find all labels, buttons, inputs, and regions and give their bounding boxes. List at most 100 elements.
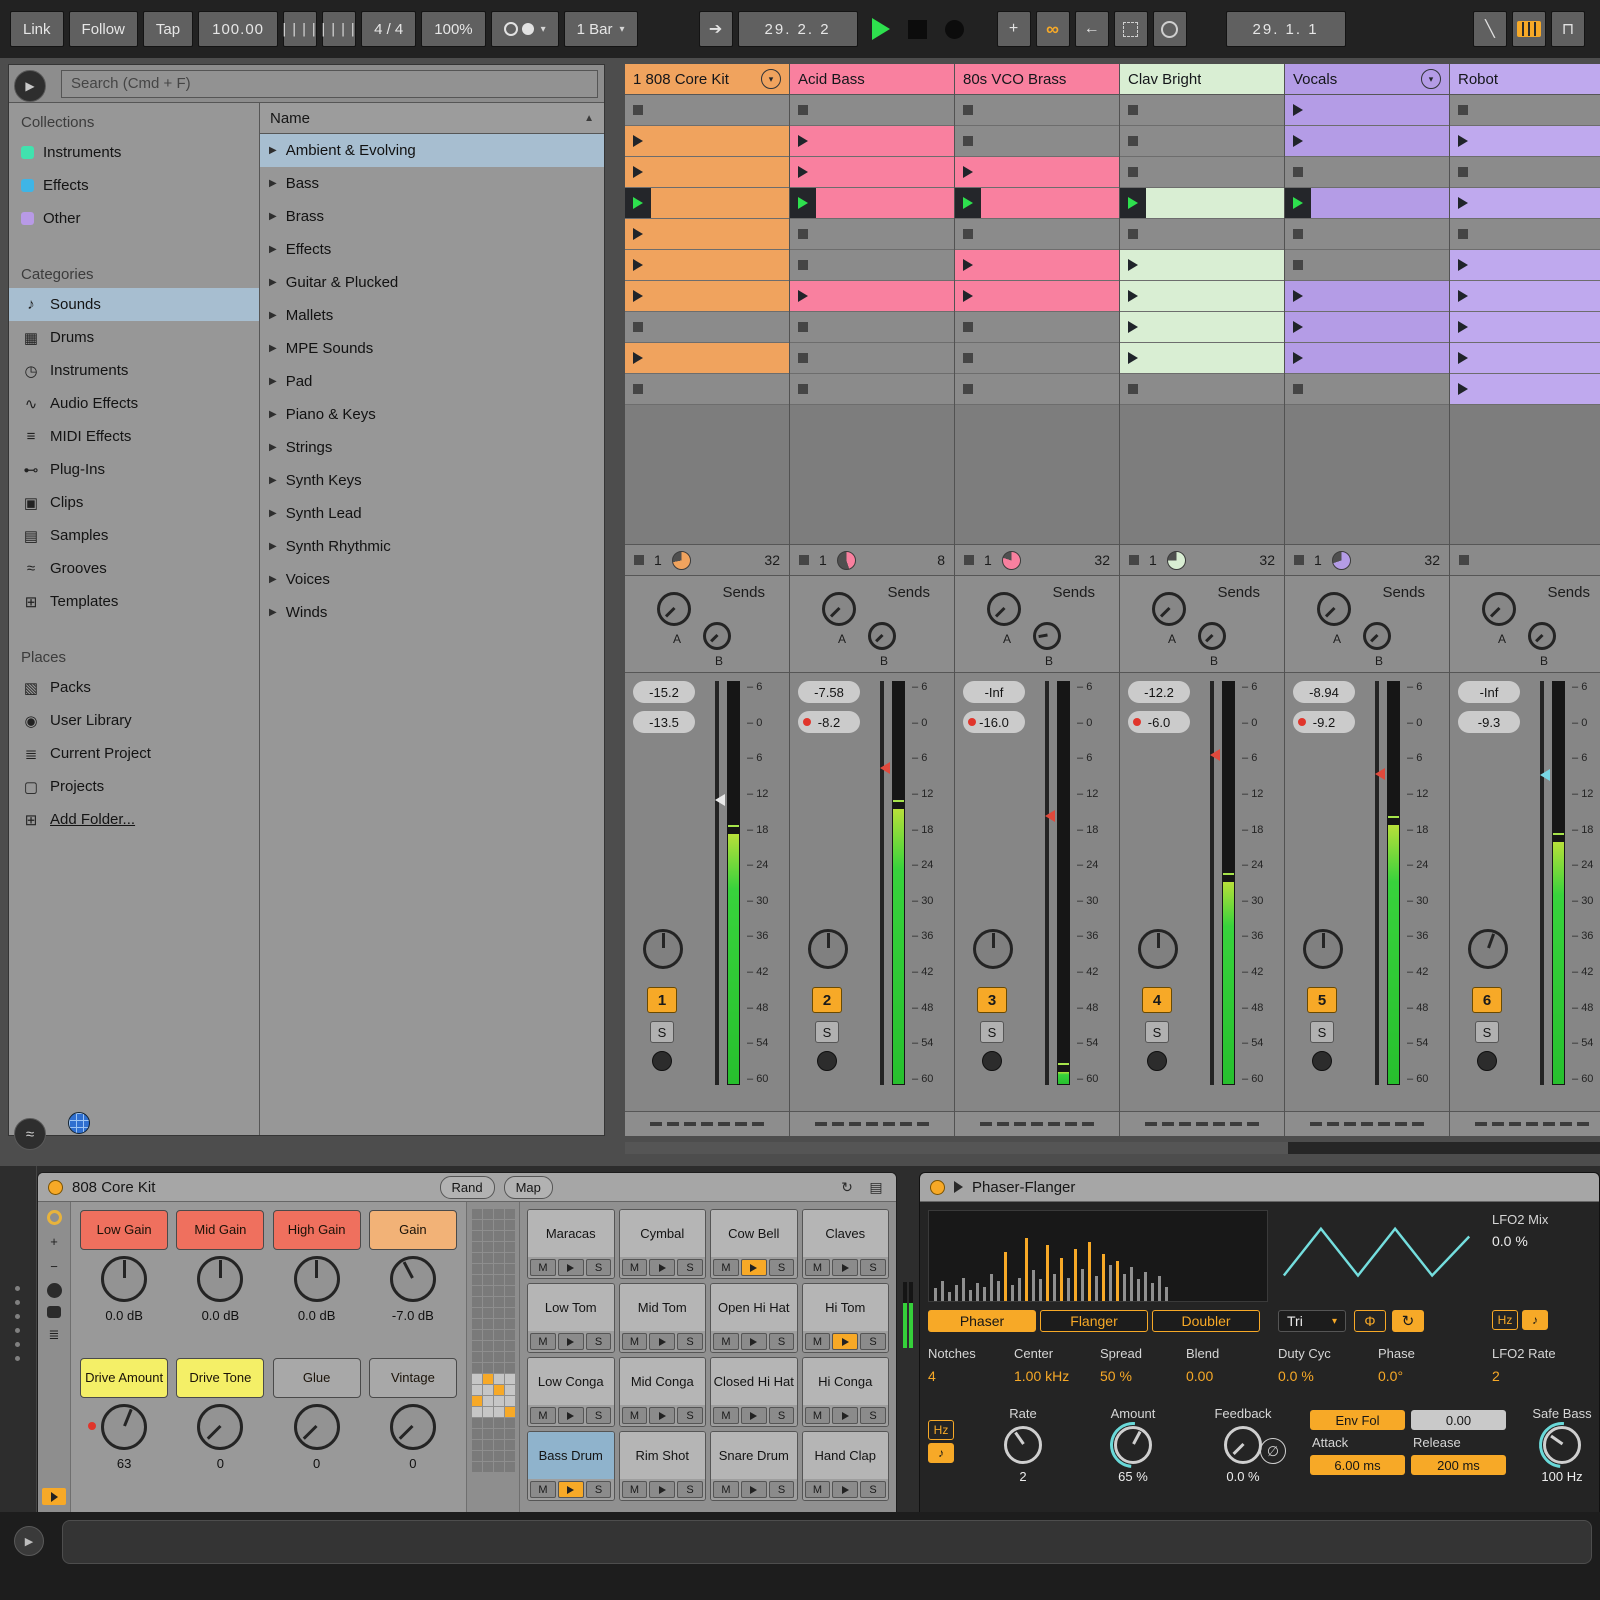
safe-bass-value[interactable]: 100 Hz bbox=[1541, 1469, 1582, 1484]
pad-mute-button[interactable]: M bbox=[622, 1259, 648, 1276]
macro-knob[interactable] bbox=[197, 1404, 243, 1450]
empty-clip-slot[interactable] bbox=[955, 343, 1119, 374]
place-item[interactable]: ⊞Add Folder... bbox=[9, 803, 259, 836]
clip[interactable] bbox=[1450, 374, 1600, 405]
back-to-arrangement-button[interactable]: ← bbox=[1075, 11, 1109, 47]
volume-display[interactable]: -9.3 bbox=[1458, 711, 1520, 733]
lfo2-mix-value[interactable]: 0.0 % bbox=[1492, 1233, 1548, 1249]
playing-clip[interactable] bbox=[625, 188, 789, 219]
track-activator-number[interactable]: 6 bbox=[1472, 987, 1502, 1013]
volume-display[interactable]: -13.5 bbox=[633, 711, 695, 733]
env-amount-value[interactable]: 0.00 bbox=[1411, 1410, 1506, 1430]
drum-pad[interactable]: Closed Hi HatMS bbox=[710, 1357, 798, 1427]
volume-fader[interactable] bbox=[707, 681, 727, 1085]
pad-mute-button[interactable]: M bbox=[713, 1259, 739, 1276]
add-icon[interactable]: + bbox=[46, 1233, 63, 1250]
note-sync-button[interactable]: ♪ bbox=[928, 1443, 954, 1463]
stop-button[interactable] bbox=[908, 20, 927, 39]
name-column-header[interactable]: Name ▲ bbox=[260, 103, 604, 134]
peak-level-display[interactable]: -15.2 bbox=[633, 681, 695, 703]
minus-icon[interactable]: − bbox=[46, 1258, 63, 1275]
duty-cycle-value[interactable]: 0.0 % bbox=[1278, 1368, 1378, 1384]
clip[interactable] bbox=[625, 250, 789, 281]
pad-solo-button[interactable]: S bbox=[677, 1259, 703, 1276]
record-button[interactable] bbox=[945, 20, 964, 39]
arrangement-position-display[interactable]: 29. 2. 2 bbox=[738, 11, 858, 47]
pad-play-button[interactable] bbox=[558, 1333, 584, 1350]
pad-mute-button[interactable]: M bbox=[805, 1407, 831, 1424]
drum-pad[interactable]: Mid TomMS bbox=[619, 1283, 707, 1353]
macro-name[interactable]: High Gain bbox=[273, 1210, 361, 1250]
empty-clip-slot[interactable] bbox=[625, 374, 789, 405]
volume-fader[interactable] bbox=[1532, 681, 1552, 1085]
knob-value[interactable]: 65 % bbox=[1118, 1469, 1148, 1484]
clip[interactable] bbox=[1450, 188, 1600, 219]
clip-stop-button[interactable] bbox=[1129, 555, 1139, 565]
empty-clip-slot[interactable] bbox=[955, 312, 1119, 343]
macro-name[interactable]: Mid Gain bbox=[176, 1210, 264, 1250]
arm-button[interactable] bbox=[1477, 1051, 1497, 1071]
drum-pad[interactable]: Hi CongaMS bbox=[802, 1357, 890, 1427]
clip[interactable] bbox=[1450, 126, 1600, 157]
parameter-value[interactable]: 1.00 kHz bbox=[1014, 1368, 1100, 1384]
browser-item[interactable]: ▶MPE Sounds bbox=[260, 332, 604, 365]
browser-item[interactable]: ▶Effects bbox=[260, 233, 604, 266]
macro-value[interactable]: 0.0 dB bbox=[298, 1308, 336, 1323]
send-a-knob[interactable] bbox=[1482, 592, 1516, 626]
pad-solo-button[interactable]: S bbox=[769, 1259, 795, 1276]
browser-item[interactable]: ▶Bass bbox=[260, 167, 604, 200]
arm-button[interactable] bbox=[982, 1051, 1002, 1071]
lfo2-rate-value[interactable]: 2 bbox=[1492, 1368, 1556, 1384]
empty-clip-slot[interactable] bbox=[625, 312, 789, 343]
empty-clip-slot[interactable] bbox=[1285, 219, 1449, 250]
empty-clip-slot[interactable] bbox=[955, 126, 1119, 157]
clip[interactable] bbox=[1285, 343, 1449, 374]
drum-pad[interactable]: Mid CongaMS bbox=[619, 1357, 707, 1427]
browser-fold-button[interactable]: ▶ bbox=[14, 70, 46, 102]
macro-knob[interactable] bbox=[390, 1404, 436, 1450]
pad-mute-button[interactable]: M bbox=[713, 1407, 739, 1424]
macro-name[interactable]: Low Gain bbox=[80, 1210, 168, 1250]
clip-stop-button[interactable] bbox=[964, 555, 974, 565]
invert-feedback-button[interactable]: ∅ bbox=[1260, 1438, 1286, 1464]
pad-mute-button[interactable]: M bbox=[805, 1333, 831, 1350]
pad-play-button[interactable] bbox=[649, 1407, 675, 1424]
empty-clip-slot[interactable] bbox=[1450, 219, 1600, 250]
macro-knob[interactable] bbox=[294, 1404, 340, 1450]
empty-clip-slot[interactable] bbox=[1450, 95, 1600, 126]
volume-display[interactable]: -8.2 bbox=[798, 711, 860, 733]
drum-pad[interactable]: Hi TomMS bbox=[802, 1283, 890, 1353]
pan-knob[interactable] bbox=[973, 929, 1013, 969]
solo-button[interactable]: S bbox=[1310, 1021, 1334, 1043]
mode-button-phaser[interactable]: Phaser bbox=[928, 1310, 1036, 1332]
browser-item[interactable]: ▶Synth Lead bbox=[260, 497, 604, 530]
send-a-knob[interactable] bbox=[1317, 592, 1351, 626]
clip[interactable] bbox=[1285, 95, 1449, 126]
track-dropdown-icon[interactable]: ▾ bbox=[1421, 69, 1441, 89]
clip-stop-button[interactable] bbox=[1294, 555, 1304, 565]
macro-name[interactable]: Vintage bbox=[369, 1358, 457, 1398]
empty-clip-slot[interactable] bbox=[1120, 95, 1284, 126]
fader-handle[interactable] bbox=[880, 762, 890, 774]
parameter-value[interactable]: 4 bbox=[928, 1368, 1014, 1384]
peak-level-display[interactable]: -8.94 bbox=[1293, 681, 1355, 703]
send-b-knob[interactable] bbox=[1033, 622, 1061, 650]
clip[interactable] bbox=[1285, 312, 1449, 343]
pad-mute-button[interactable]: M bbox=[530, 1407, 556, 1424]
playing-clip[interactable] bbox=[1120, 188, 1284, 219]
pad-solo-button[interactable]: S bbox=[769, 1333, 795, 1350]
pad-mute-button[interactable]: M bbox=[530, 1333, 556, 1350]
pad-play-button[interactable] bbox=[741, 1333, 767, 1350]
drum-pad[interactable]: ClavesMS bbox=[802, 1209, 890, 1279]
scrollbar-thumb[interactable] bbox=[625, 1142, 1288, 1154]
knob-value[interactable]: 2 bbox=[1019, 1469, 1026, 1484]
session-record-plus-button[interactable]: + bbox=[997, 11, 1031, 47]
clip[interactable] bbox=[1450, 312, 1600, 343]
drum-pad[interactable]: Bass DrumMS bbox=[527, 1431, 615, 1501]
macro-knob[interactable] bbox=[101, 1256, 147, 1302]
track-activator-number[interactable]: 4 bbox=[1142, 987, 1172, 1013]
empty-clip-slot[interactable] bbox=[790, 250, 954, 281]
pad-solo-button[interactable]: S bbox=[769, 1407, 795, 1424]
play-button[interactable] bbox=[872, 18, 890, 40]
empty-clip-slot[interactable] bbox=[790, 343, 954, 374]
